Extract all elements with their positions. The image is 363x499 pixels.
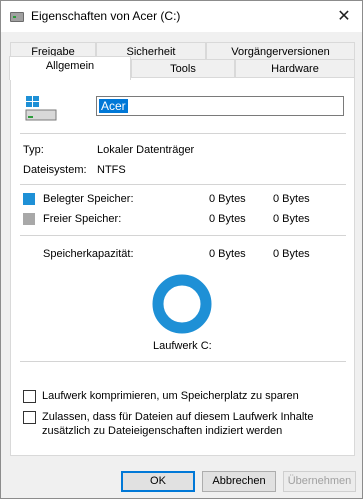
- tab-label: Sicherheit: [126, 46, 176, 58]
- cancel-button[interactable]: Abbrechen: [202, 471, 276, 492]
- usage-donut-chart: [152, 274, 212, 334]
- filesystem-value: NTFS: [97, 164, 126, 176]
- free-space-size: 0 Bytes: [273, 213, 310, 225]
- used-space-size: 0 Bytes: [273, 193, 310, 205]
- type-label: Typ:: [23, 144, 44, 156]
- tab-allgemein[interactable]: Allgemein: [9, 56, 131, 80]
- index-label-line1: Zulassen, dass für Dateien auf diesem La…: [42, 411, 314, 423]
- tab-label: Allgemein: [45, 60, 95, 72]
- tab-hardware[interactable]: Hardware: [235, 59, 355, 77]
- drive-name-input[interactable]: Acer: [96, 96, 344, 116]
- divider: [20, 184, 346, 185]
- apply-button[interactable]: Übernehmen: [283, 471, 356, 492]
- properties-dialog: Eigenschaften von Acer (C:) ✕ Freigabe S…: [0, 0, 363, 499]
- index-checkbox[interactable]: [23, 411, 36, 424]
- compress-label: Laufwerk komprimieren, um Speicherplatz …: [42, 390, 299, 402]
- used-space-bytes: 0 Bytes: [209, 193, 246, 205]
- tab-label: Tools: [170, 63, 196, 75]
- divider: [20, 361, 346, 362]
- tab-tools[interactable]: Tools: [131, 59, 235, 77]
- drive-caption: Laufwerk C:: [153, 340, 212, 352]
- close-icon[interactable]: ✕: [334, 7, 354, 27]
- free-space-label: Freier Speicher:: [43, 213, 122, 225]
- window-title: Eigenschaften von Acer (C:): [31, 9, 181, 23]
- free-space-bytes: 0 Bytes: [209, 213, 246, 225]
- used-space-label: Belegter Speicher:: [43, 193, 134, 205]
- divider: [20, 133, 346, 134]
- free-space-swatch: [23, 213, 35, 225]
- hard-drive-icon: [25, 96, 57, 121]
- general-panel: Acer Typ: Lokaler Datenträger Dateisyste…: [10, 77, 355, 456]
- title-bar: Eigenschaften von Acer (C:) ✕: [1, 1, 362, 32]
- filesystem-label: Dateisystem:: [23, 164, 87, 176]
- tab-label: Hardware: [271, 63, 319, 75]
- ok-button[interactable]: OK: [121, 471, 195, 492]
- capacity-bytes: 0 Bytes: [209, 248, 246, 260]
- capacity-size: 0 Bytes: [273, 248, 310, 260]
- index-label-line2: zusätzlich zu Dateieigenschaften indizie…: [42, 425, 283, 437]
- tab-label: Vorgängerversionen: [231, 46, 330, 58]
- type-value: Lokaler Datenträger: [97, 144, 195, 156]
- compress-checkbox[interactable]: [23, 390, 36, 403]
- drive-icon: [10, 12, 24, 22]
- drive-name-value: Acer: [99, 99, 128, 113]
- capacity-label: Speicherkapazität:: [43, 248, 134, 260]
- used-space-swatch: [23, 193, 35, 205]
- divider: [20, 235, 346, 236]
